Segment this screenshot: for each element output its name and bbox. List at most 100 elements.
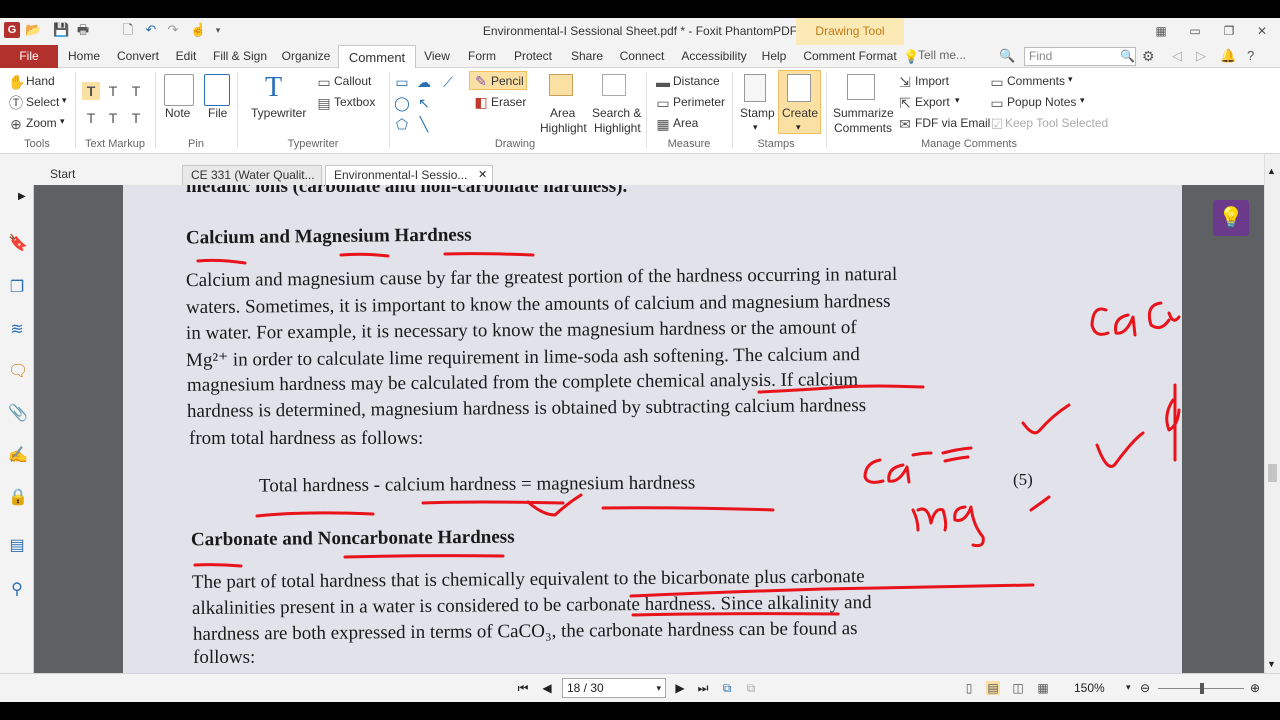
cloud-icon[interactable]: ☁: [416, 74, 432, 90]
hand-tool[interactable]: Hand: [26, 74, 55, 88]
tab-file[interactable]: File: [0, 45, 58, 68]
tab-home[interactable]: Home: [64, 45, 104, 68]
minimize-icon[interactable]: ▭: [1186, 22, 1204, 40]
tell-me-input[interactable]: Tell me...: [918, 48, 966, 62]
summarize-line1[interactable]: Summarize: [833, 106, 894, 120]
keep-tool-checkbox[interactable]: ☑: [989, 116, 1005, 132]
note-icon[interactable]: [164, 74, 194, 106]
find-options-icon[interactable]: 🔍: [999, 48, 1015, 64]
zoom-value[interactable]: 150%: [1074, 681, 1105, 695]
tags-icon[interactable]: ⚲: [8, 581, 26, 599]
prev-page-icon[interactable]: ◀: [540, 681, 554, 695]
tab-edit[interactable]: Edit: [172, 45, 200, 68]
zoom-in-icon[interactable]: ⊕: [1248, 681, 1262, 695]
tab-form[interactable]: Form: [465, 45, 499, 68]
tab-fill-sign[interactable]: Fill & Sign: [210, 45, 270, 68]
next-view-icon[interactable]: ⧉: [744, 681, 758, 695]
help-icon[interactable]: ?: [1247, 48, 1254, 63]
textbox-button[interactable]: Textbox: [334, 95, 375, 109]
polyline-icon[interactable]: ⟋: [440, 74, 456, 90]
comments-button[interactable]: Comments: [1007, 74, 1065, 88]
create-button[interactable]: Create: [782, 106, 818, 120]
comments-dropdown-icon[interactable]: ▾: [1068, 74, 1073, 85]
tab-accessibility[interactable]: Accessibility: [680, 45, 748, 68]
stamp-dropdown-icon[interactable]: ▾: [753, 122, 758, 133]
popup-notes-button[interactable]: Popup Notes: [1007, 95, 1076, 109]
previous-view-icon[interactable]: ⧉: [720, 681, 734, 695]
tab-protect[interactable]: Protect: [510, 45, 556, 68]
bookmark-icon[interactable]: 🔖: [8, 235, 28, 253]
bell-icon[interactable]: 🔔: [1220, 48, 1236, 64]
close-tab-icon[interactable]: ✕: [478, 168, 487, 181]
vertical-scrollbar[interactable]: ▲ ▼: [1264, 154, 1280, 673]
select-tool[interactable]: Select: [26, 95, 59, 109]
security-lock-icon[interactable]: 🔒: [8, 489, 28, 507]
close-icon[interactable]: ✕: [1253, 22, 1271, 40]
file-attach-icon[interactable]: [204, 74, 230, 106]
arrow-icon[interactable]: ↖: [416, 95, 432, 111]
facing-page-icon[interactable]: ◫: [1011, 681, 1025, 695]
gear-icon[interactable]: ⚙: [1142, 48, 1155, 65]
pages-icon[interactable]: ❐: [8, 279, 26, 297]
replace-text-icon[interactable]: T: [105, 110, 121, 126]
last-page-icon[interactable]: ⏭: [696, 681, 710, 695]
tab-environmental[interactable]: Environmental-I Sessio...: [325, 165, 493, 185]
distance-tool[interactable]: Distance: [673, 74, 720, 88]
underline-text-icon[interactable]: T: [128, 83, 144, 99]
restore-icon[interactable]: ❐: [1220, 22, 1238, 40]
tab-view[interactable]: View: [421, 45, 453, 68]
search-highlight-line2[interactable]: Highlight: [594, 121, 641, 135]
tab-connect[interactable]: Connect: [616, 45, 668, 68]
back-icon[interactable]: ◁: [1172, 48, 1182, 64]
scroll-down-icon[interactable]: ▼: [1267, 659, 1276, 669]
tab-ce331[interactable]: CE 331 (Water Qualit...: [182, 165, 322, 185]
ribbon-options-icon[interactable]: ▦: [1152, 22, 1170, 40]
search-highlight-line1[interactable]: Search &: [592, 106, 641, 120]
zoom-tool[interactable]: Zoom: [26, 116, 57, 130]
continuous-facing-icon[interactable]: ▦: [1036, 681, 1050, 695]
search-icon[interactable]: 🔍: [1120, 49, 1135, 63]
squiggly-text-icon[interactable]: T: [105, 83, 121, 99]
insert-text-icon[interactable]: T: [128, 110, 144, 126]
scroll-thumb[interactable]: [1268, 464, 1277, 482]
oval-icon[interactable]: ◯: [394, 95, 410, 111]
content-icon[interactable]: ▤: [8, 537, 26, 555]
select-dropdown-icon[interactable]: ▾: [62, 95, 67, 106]
tab-share[interactable]: Share: [568, 45, 606, 68]
eraser-tool[interactable]: Eraser: [491, 95, 526, 109]
popup-notes-dropdown-icon[interactable]: ▾: [1080, 95, 1085, 106]
note-button[interactable]: Note: [165, 106, 190, 120]
tab-help[interactable]: Help: [759, 45, 789, 68]
strikeout-text-icon[interactable]: T: [83, 110, 99, 126]
signature-icon[interactable]: ✍: [8, 447, 28, 465]
tab-organize[interactable]: Organize: [280, 45, 332, 68]
tab-comment-format[interactable]: Comment Format: [800, 45, 900, 68]
tab-start[interactable]: Start: [42, 165, 178, 185]
continuous-page-icon[interactable]: ▤: [986, 681, 1000, 695]
stamp-button[interactable]: Stamp: [740, 106, 775, 120]
zoom-slider-thumb[interactable]: [1200, 683, 1204, 694]
page-dropdown-icon[interactable]: ▾: [656, 679, 661, 697]
import-button[interactable]: Import: [915, 74, 949, 88]
area-highlight-line2[interactable]: Highlight: [540, 121, 587, 135]
drawing-tool-context-tab[interactable]: Drawing Tool: [796, 18, 904, 45]
layers-icon[interactable]: ≋: [8, 321, 26, 339]
scroll-up-icon[interactable]: ▲: [1267, 166, 1276, 176]
ink-annotations[interactable]: [123, 185, 1182, 673]
single-page-icon[interactable]: ▯: [962, 681, 976, 695]
pencil-tool[interactable]: Pencil: [491, 74, 524, 88]
zoom-out-icon[interactable]: ⊖: [1138, 681, 1152, 695]
file-button[interactable]: File: [208, 106, 227, 120]
attachments-icon[interactable]: 📎: [8, 405, 28, 423]
tab-convert[interactable]: Convert: [113, 45, 163, 68]
perimeter-tool[interactable]: Perimeter: [673, 95, 725, 109]
tab-comment[interactable]: Comment: [338, 45, 416, 69]
next-page-icon[interactable]: ▶: [673, 681, 687, 695]
fdf-email-button[interactable]: FDF via Email: [915, 116, 990, 130]
typewriter-button[interactable]: Typewriter: [251, 106, 306, 120]
forward-icon[interactable]: ▷: [1196, 48, 1206, 64]
page-indicator[interactable]: 18 / 30 ▾: [562, 678, 666, 698]
zoom-dropdown-icon[interactable]: ▾: [60, 116, 65, 127]
area-highlight-line1[interactable]: Area: [550, 106, 575, 120]
area-tool[interactable]: Area: [673, 116, 698, 130]
